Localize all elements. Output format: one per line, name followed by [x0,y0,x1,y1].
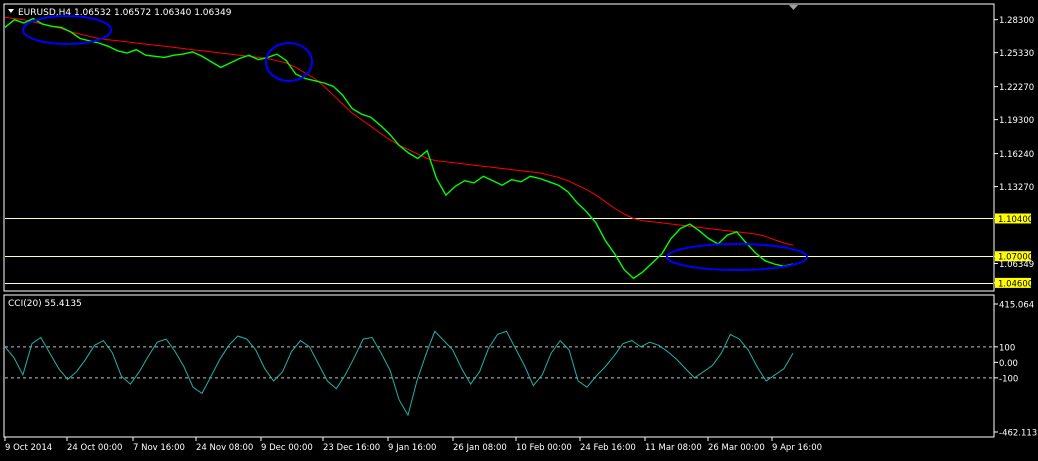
time-tick-label: 24 Oct 00:00 [67,443,122,453]
time-tick-label: 11 Mar 08:00 [645,443,702,453]
time-tick-label: 24 Nov 08:00 [196,443,253,453]
time-tick-label: 7 Nov 16:00 [133,443,185,453]
price-tick-label: 1.19300 [999,116,1034,126]
price-level-label: 1.04600 [998,279,1033,289]
price-tick-label: 1.16240 [999,150,1034,160]
price-tick-label: 1.22270 [999,83,1034,93]
cci-tick-label: 415.064 [999,301,1034,311]
time-tick-label: 26 Jan 08:00 [453,443,507,453]
chart-window: EURUSD,H4 1.06532 1.06572 1.06340 1.0634… [0,0,1038,457]
cci-panel-frame [3,294,995,438]
cci-axis: 415.064 100 0.00 -100 -462.1133 [994,301,1038,439]
time-tick-label: 10 Feb 00:00 [516,443,572,453]
time-axis: 9 Oct 2014 24 Oct 00:00 7 Nov 16:00 24 Nov … [4,437,822,453]
price-tick-label: 1.13270 [999,183,1034,193]
time-tick-label: 24 Feb 16:00 [580,443,636,453]
chart-canvas: EURUSD,H4 1.06532 1.06572 1.06340 1.0634… [3,3,1038,453]
cci-tick-label: 0.00 [999,359,1018,369]
time-tick-label: 23 Dec 16:00 [323,443,380,453]
cci-tick-label: 100 [999,343,1015,353]
price-axis: 1.28300 1.25330 1.22270 1.19300 1.16240 1.132… [994,16,1034,289]
time-tick-label: 9 Dec 00:00 [261,443,313,453]
cci-tick-label: -100 [999,374,1018,384]
price-tick-label: 1.28300 [999,16,1034,26]
time-tick-label: 26 Mar 00:00 [708,443,765,453]
cci-tick-label: -462.1133 [999,429,1038,439]
price-level-label: 1.10400 [998,215,1033,225]
price-tick-label: 1.25330 [999,49,1034,59]
time-tick-label: 9 Apr 16:00 [772,443,822,453]
time-tick-label: 9 Jan 16:00 [388,443,436,453]
price-tick-label: 1.06349 [999,260,1034,270]
price-panel-frame [3,3,995,292]
time-tick-label: 9 Oct 2014 [5,443,52,453]
cci-label: CCI(20) 55.4135 [8,299,82,309]
